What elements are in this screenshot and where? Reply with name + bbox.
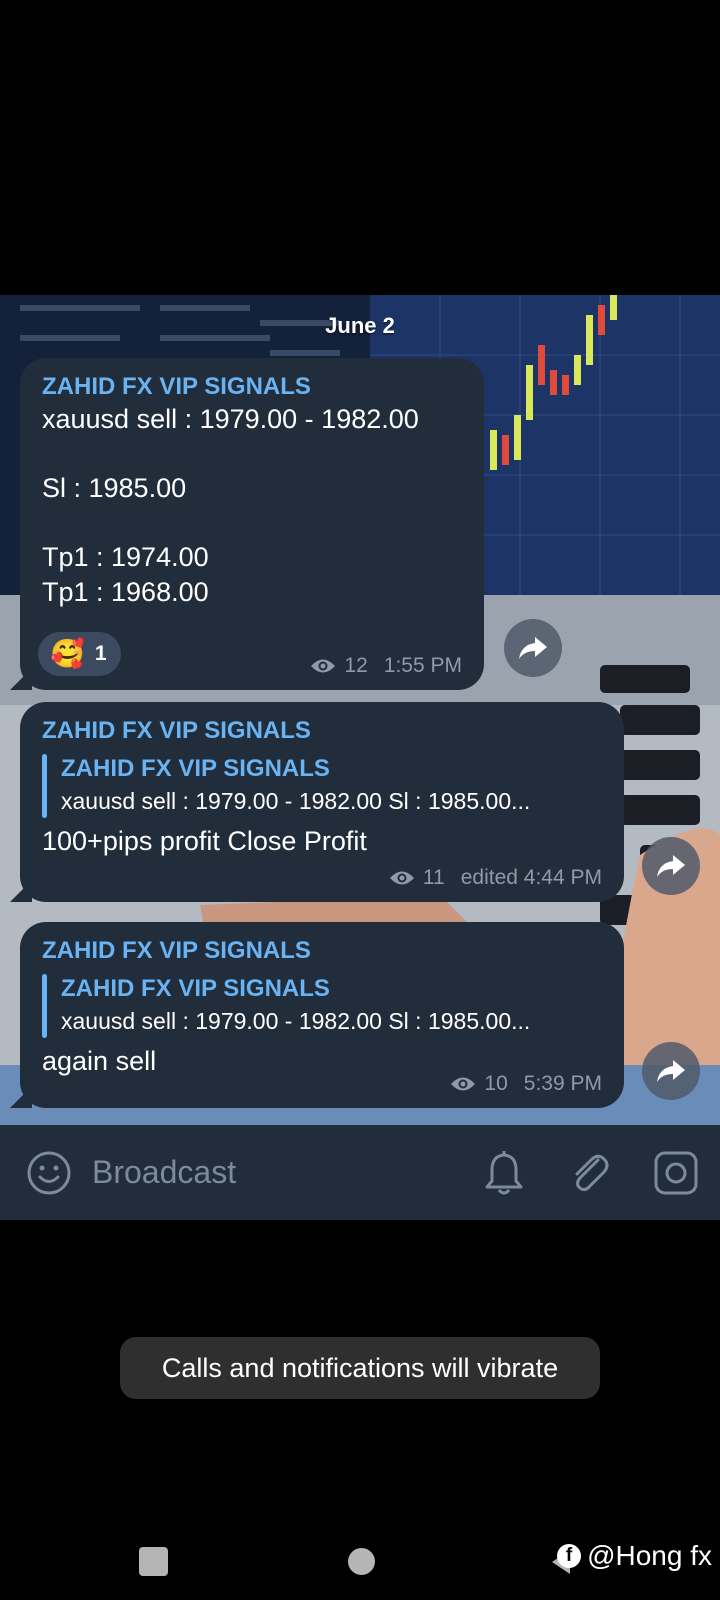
bell-icon	[485, 1150, 523, 1194]
camera-icon	[654, 1151, 698, 1194]
reply-title: ZAHID FX VIP SIGNALS	[61, 755, 330, 782]
eye-icon	[450, 1075, 476, 1093]
share-button[interactable]	[642, 1042, 700, 1100]
view-count: 11	[422, 866, 445, 889]
reply-preview[interactable]: ZAHID FX VIP SIGNALS xauusd sell : 1979.…	[42, 754, 604, 818]
share-icon	[657, 1060, 685, 1082]
reply-preview[interactable]: ZAHID FX VIP SIGNALS xauusd sell : 1979.…	[42, 974, 604, 1038]
message-input-bar: Broadcast	[0, 1125, 720, 1220]
message-line: Sl : 1985.00	[42, 473, 187, 503]
message-sender[interactable]: ZAHID FX VIP SIGNALS	[42, 716, 604, 746]
watermark-text: @Hong fx	[587, 1540, 712, 1571]
message-bubble[interactable]: ZAHID FX VIP SIGNALS xauusd sell : 1979.…	[10, 358, 484, 690]
reaction-chip[interactable]: 🥰 1	[38, 632, 121, 676]
camera-button[interactable]	[650, 1147, 702, 1199]
message-time: 1:55 PM	[383, 654, 462, 677]
message-meta: 11 edited 4:44 PM	[389, 866, 602, 890]
share-button[interactable]	[504, 619, 562, 677]
message-bubble[interactable]: ZAHID FX VIP SIGNALS ZAHID FX VIP SIGNAL…	[10, 922, 624, 1108]
eye-icon	[310, 657, 336, 675]
chat-area[interactable]: June 2 ZAHID FX VIP SIGNALS xauusd sell …	[0, 295, 720, 1125]
message-meta: 10 5:39 PM	[450, 1072, 602, 1096]
notification-toggle-button[interactable]	[478, 1147, 530, 1199]
watermark: f @Hong fx	[557, 1540, 712, 1572]
share-icon	[519, 637, 547, 659]
facebook-icon: f	[557, 1544, 582, 1568]
reply-title: ZAHID FX VIP SIGNALS	[61, 975, 330, 1002]
reaction-count: 1	[94, 642, 107, 665]
date-separator: June 2	[325, 313, 395, 338]
reply-text: xauusd sell : 1979.00 - 1982.00 Sl : 198…	[61, 788, 531, 814]
view-count: 12	[344, 654, 368, 677]
home-button[interactable]	[348, 1548, 375, 1575]
message-meta: 12 1:55 PM	[310, 654, 462, 678]
message-sender[interactable]: ZAHID FX VIP SIGNALS	[42, 936, 604, 966]
message-time: edited 4:44 PM	[460, 866, 602, 889]
toast-notification: Calls and notifications will vibrate	[120, 1337, 600, 1399]
broadcast-input[interactable]: Broadcast	[92, 1154, 444, 1191]
attach-button[interactable]	[564, 1147, 616, 1199]
message-bubble[interactable]: ZAHID FX VIP SIGNALS ZAHID FX VIP SIGNAL…	[10, 702, 624, 902]
share-icon	[657, 855, 685, 877]
message-time: 5:39 PM	[523, 1072, 602, 1095]
reply-text: xauusd sell : 1979.00 - 1982.00 Sl : 198…	[61, 1008, 531, 1034]
smile-icon	[27, 1151, 71, 1194]
recents-button[interactable]	[139, 1547, 168, 1576]
eye-icon	[389, 869, 415, 887]
paperclip-icon	[575, 1154, 609, 1191]
view-count: 10	[484, 1072, 508, 1095]
emoji-button[interactable]	[26, 1150, 72, 1196]
message-line: xauusd sell : 1979.00 - 1982.00	[42, 404, 419, 434]
share-button[interactable]	[642, 837, 700, 895]
message-text: 100+pips profit Close Profit	[42, 826, 367, 856]
message-sender[interactable]: ZAHID FX VIP SIGNALS	[42, 372, 464, 402]
message-line: Tp1 : 1968.00	[42, 577, 209, 607]
message-line: Tp1 : 1974.00	[42, 542, 209, 572]
reaction-emoji: 🥰	[50, 638, 85, 669]
